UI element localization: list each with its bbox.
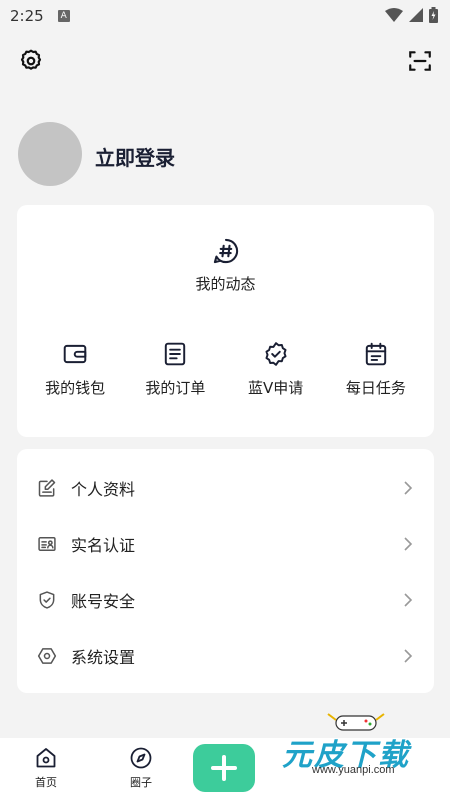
orders-button[interactable]: 我的订单 — [128, 341, 223, 398]
menu-label-account-security: 账号安全 — [71, 592, 136, 611]
settings-button[interactable] — [18, 48, 44, 74]
blue-v-label: 蓝V申请 — [247, 379, 304, 397]
login-link[interactable]: 立即登录 — [95, 142, 175, 171]
quick-actions-row: 我的钱包 我的订单 蓝V申请 每日任务 — [17, 341, 434, 398]
menu-item-account-security[interactable]: 账号安全 — [17, 572, 434, 628]
menu-label-profile: 个人资料 — [71, 480, 136, 499]
my-dynamic-button[interactable]: 我的动态 — [17, 237, 434, 294]
watermark-url: www.yuanpi.com — [312, 764, 395, 776]
avatar[interactable] — [18, 122, 82, 186]
hashtag-chat-icon — [213, 238, 238, 264]
create-post-button[interactable] — [193, 744, 255, 792]
notification-a-icon: A — [57, 10, 70, 22]
scan-button[interactable] — [407, 48, 433, 74]
menu-item-system-settings[interactable]: 系统设置 — [17, 628, 434, 684]
chevron-right-icon — [404, 537, 413, 551]
menu-item-real-name[interactable]: 实名认证 — [17, 516, 434, 572]
chevron-right-icon — [404, 649, 413, 663]
compass-icon — [130, 747, 152, 769]
scan-icon — [409, 51, 431, 71]
wallet-icon — [63, 344, 87, 364]
nav-home-label: 首页 — [35, 776, 57, 789]
calendar-icon — [365, 342, 387, 366]
id-card-icon — [37, 534, 57, 554]
status-time: 2:25 — [10, 7, 44, 25]
shield-icon — [37, 590, 57, 610]
quick-actions-card: 我的动态 我的钱包 我的订单 蓝V申请 每日任务 — [17, 205, 434, 437]
nav-home[interactable]: 首页 — [21, 746, 71, 790]
verified-badge-icon — [265, 342, 287, 366]
battery-icon — [429, 7, 438, 23]
my-dynamic-label: 我的动态 — [195, 275, 256, 293]
home-icon — [36, 748, 56, 768]
chevron-right-icon — [404, 481, 413, 495]
wifi-icon — [385, 8, 403, 22]
status-bar: 2:25 A — [0, 0, 450, 32]
wallet-label: 我的钱包 — [45, 379, 106, 397]
edit-profile-icon — [37, 478, 57, 498]
status-icons — [385, 7, 438, 23]
settings-menu-card: 个人资料 实名认证 账号安全 系统设置 — [17, 449, 434, 693]
orders-label: 我的订单 — [145, 379, 206, 397]
plus-icon — [211, 755, 237, 781]
chevron-right-icon — [404, 593, 413, 607]
blue-v-apply-button[interactable]: 蓝V申请 — [228, 341, 323, 398]
menu-label-system-settings: 系统设置 — [71, 648, 136, 667]
daily-task-label: 每日任务 — [345, 379, 406, 397]
nav-circle-label: 圈子 — [130, 776, 152, 789]
menu-label-real-name: 实名认证 — [71, 536, 136, 555]
order-icon — [165, 342, 186, 366]
nav-circle[interactable]: 圈子 — [116, 746, 166, 790]
menu-item-profile[interactable]: 个人资料 — [17, 460, 434, 516]
hex-settings-icon — [37, 646, 57, 666]
daily-task-button[interactable]: 每日任务 — [328, 341, 423, 398]
watermark-logo: 元皮下载 www.yuanpi.com — [268, 708, 448, 778]
gear-icon — [20, 49, 42, 70]
wallet-button[interactable]: 我的钱包 — [28, 341, 123, 398]
cell-signal-icon — [409, 8, 423, 22]
